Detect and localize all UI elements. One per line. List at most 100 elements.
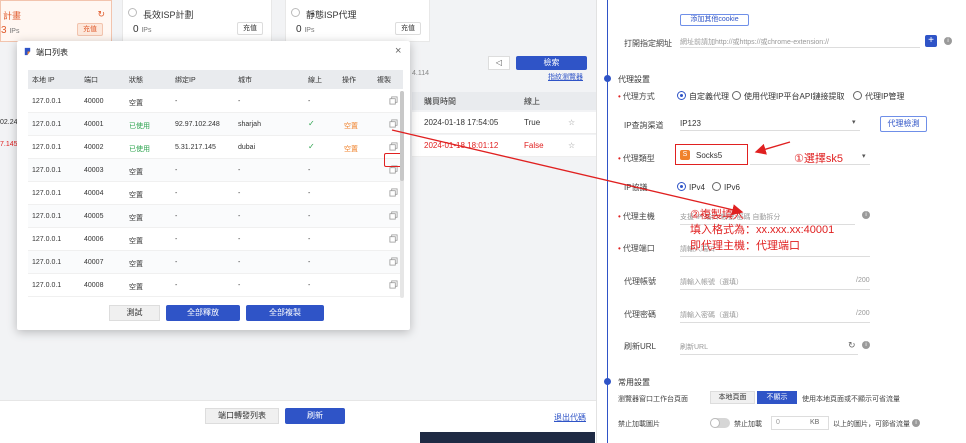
add-cookie-button[interactable]: 添加其他cookie bbox=[680, 14, 749, 26]
ipv6-radio[interactable]: IPv6 bbox=[712, 182, 740, 192]
close-icon[interactable]: × bbox=[395, 45, 401, 57]
add-url-button[interactable]: + bbox=[925, 35, 937, 47]
proxy-mode-api-radio[interactable]: 使用代理IP平台API鏈接提取 bbox=[732, 91, 844, 102]
image-size-input[interactable]: 0 bbox=[771, 416, 829, 430]
copy-icon[interactable] bbox=[389, 234, 398, 243]
proxy-type-value: Socks5 bbox=[696, 151, 723, 160]
recharge-button[interactable]: 充值 bbox=[395, 22, 421, 35]
port-row[interactable]: 127.0.0.1 40005 空置 - - - bbox=[28, 205, 403, 228]
plan-name: 長效ISP計劃 bbox=[143, 10, 194, 20]
plan-radio[interactable] bbox=[128, 8, 137, 17]
copy-icon[interactable] bbox=[389, 142, 398, 151]
local-ip: 127.0.0.1 bbox=[32, 190, 62, 197]
star-icon[interactable]: ☆ bbox=[568, 118, 575, 127]
fingerprint-browser-link[interactable]: 指紋瀏覽器 bbox=[548, 72, 583, 82]
plan-radio[interactable] bbox=[291, 8, 300, 17]
app-logo-icon bbox=[24, 47, 31, 56]
refresh-icon[interactable]: ↻ bbox=[97, 9, 105, 20]
ipv4-radio[interactable]: IPv4 bbox=[677, 182, 705, 192]
city: - bbox=[238, 236, 241, 243]
idle-action-button[interactable]: 空置 bbox=[344, 121, 358, 131]
eraser-icon: ◁ bbox=[495, 58, 503, 67]
local-ip: 127.0.0.1 bbox=[32, 98, 62, 105]
search-button[interactable]: 檢索 bbox=[516, 56, 587, 70]
copy-icon[interactable] bbox=[389, 211, 398, 220]
proxy-check-button[interactable]: 代理檢測 bbox=[880, 116, 927, 132]
port-status: 空置 bbox=[129, 238, 143, 245]
proxy-password-input[interactable]: 請輸入密碼（選填） bbox=[680, 310, 743, 320]
chevron-down-icon[interactable]: ▾ bbox=[852, 118, 856, 126]
port-number: 40000 bbox=[84, 98, 104, 105]
online-indicator: - bbox=[308, 167, 311, 174]
plan-card-2[interactable]: 長效ISP計劃 0 IPs 充值 bbox=[122, 0, 272, 42]
image-block-label: 禁止加載圖片 bbox=[618, 421, 660, 428]
bg-table-row[interactable]: 2024-01-18 17:54:05 True ☆ bbox=[412, 112, 596, 134]
test-button[interactable]: 測試 bbox=[109, 305, 160, 321]
ip-query-select[interactable]: IP123 bbox=[680, 117, 860, 131]
port-number: 40001 bbox=[84, 121, 104, 128]
online-status: False bbox=[524, 141, 544, 150]
online-indicator: ✓ bbox=[308, 142, 315, 151]
port-forward-list-button[interactable]: 端口轉發列表 bbox=[205, 408, 279, 424]
port-row[interactable]: 127.0.0.1 40006 空置 - - - bbox=[28, 228, 403, 251]
recharge-button[interactable]: 充值 bbox=[237, 22, 263, 35]
copy-icon[interactable] bbox=[389, 96, 398, 105]
proxy-mode-custom-radio[interactable]: 自定義代理 bbox=[677, 91, 729, 102]
refresh-button[interactable]: 刷新 bbox=[285, 408, 345, 424]
port-status: 空置 bbox=[129, 284, 143, 291]
help-icon[interactable]: i bbox=[862, 211, 870, 219]
bg-table-row[interactable]: 2024-01-18 18:01:12 False ☆ bbox=[412, 135, 596, 157]
chevron-down-icon[interactable]: ▾ bbox=[862, 152, 866, 160]
local-page-option[interactable]: 本地頁面 bbox=[710, 391, 755, 404]
proxy-account-input[interactable]: 請輸入帳號（選填） bbox=[680, 277, 743, 287]
exit-code-link[interactable]: 退出代碼 bbox=[554, 412, 586, 423]
refresh-url-input[interactable]: 刷新URL bbox=[680, 342, 708, 352]
proxy-account-underline bbox=[680, 289, 870, 290]
bind-ip: - bbox=[175, 167, 178, 174]
open-url-input[interactable]: 網址前請加http://或https://或chrome-extension:/… bbox=[680, 34, 920, 48]
port-row[interactable]: 127.0.0.1 40008 空置 - - - bbox=[28, 274, 403, 297]
port-list-modal: 端口列表 × 本地 IP 端口 狀態 綁定IP 城市 線上 操作 複製 127.… bbox=[17, 41, 410, 330]
copy-icon[interactable] bbox=[389, 280, 398, 289]
idle-action-button[interactable]: 空置 bbox=[344, 144, 358, 154]
copy-icon[interactable] bbox=[389, 119, 398, 128]
port-number: 40003 bbox=[84, 167, 104, 174]
socks-icon: S bbox=[680, 150, 690, 160]
port-row[interactable]: 127.0.0.1 40002 已使用 5.31.217.145 dubai ✓ 空置 bbox=[28, 136, 403, 159]
help-icon[interactable]: i bbox=[862, 341, 870, 349]
clear-filter-button[interactable]: ◁ bbox=[488, 56, 510, 70]
annotation-select-sk5: ①選擇sk5 bbox=[794, 153, 843, 165]
help-icon[interactable]: i bbox=[912, 419, 920, 427]
hide-option[interactable]: 不顯示 bbox=[757, 391, 797, 404]
help-icon[interactable]: i bbox=[944, 37, 952, 45]
copy-all-button[interactable]: 全部複製 bbox=[246, 305, 324, 321]
city: - bbox=[238, 259, 241, 266]
copy-icon[interactable] bbox=[389, 188, 398, 197]
online-indicator: - bbox=[308, 236, 311, 243]
ip-fragment: 4.114 bbox=[412, 70, 429, 77]
port-row[interactable]: 127.0.0.1 40001 已使用 92.97.102.248 sharjah ✓ 空置 bbox=[28, 113, 403, 136]
plan-card-3[interactable]: 靜態ISP代理 0 IPs 充值 bbox=[285, 0, 430, 42]
annotation-copy-fill: ②複製填入 bbox=[690, 209, 744, 221]
star-icon[interactable]: ☆ bbox=[568, 141, 575, 150]
port-row[interactable]: 127.0.0.1 40000 空置 - - - bbox=[28, 90, 403, 113]
city: - bbox=[238, 213, 241, 220]
port-number: 40002 bbox=[84, 144, 104, 151]
col-status: 狀態 bbox=[129, 77, 143, 84]
online-indicator: - bbox=[308, 98, 311, 105]
local-ip: 127.0.0.1 bbox=[32, 121, 62, 128]
recharge-button[interactable]: 充值 bbox=[77, 23, 103, 36]
refresh-icon[interactable]: ↻ bbox=[848, 340, 856, 351]
proxy-mode-manage-radio[interactable]: 代理IP管理 bbox=[853, 91, 905, 102]
plan-card-1[interactable]: 計畫 ↻ 3 IPs 充值 bbox=[0, 0, 112, 42]
plan-count: 0 IPs bbox=[296, 24, 315, 35]
copy-icon[interactable] bbox=[389, 257, 398, 266]
image-block-toggle-label: 禁止加載 bbox=[734, 421, 762, 428]
port-row[interactable]: 127.0.0.1 40003 空置 - - - bbox=[28, 159, 403, 182]
toggle-knob[interactable] bbox=[710, 418, 720, 428]
port-row[interactable]: 127.0.0.1 40007 空置 - - - bbox=[28, 251, 403, 274]
plan-count: 0 IPs bbox=[133, 24, 152, 35]
release-all-button[interactable]: 全部釋放 bbox=[166, 305, 240, 321]
port-row[interactable]: 127.0.0.1 40004 空置 - - - bbox=[28, 182, 403, 205]
modal-scrollbar-thumb[interactable] bbox=[400, 91, 404, 181]
